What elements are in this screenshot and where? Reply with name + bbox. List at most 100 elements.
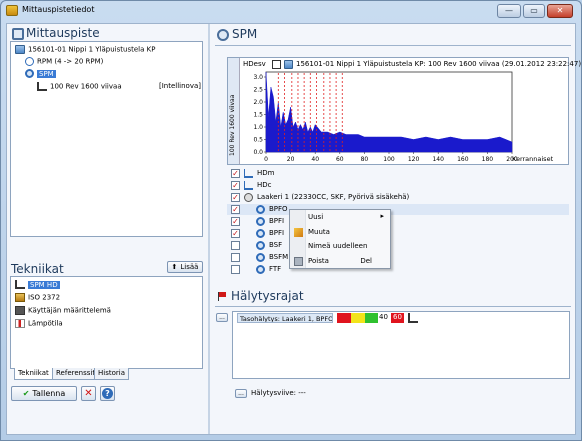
chart-title: 156101-01 Nippi 1 Yläpuistustela KP: 100… xyxy=(296,60,582,68)
y-tick-label: 2.5 xyxy=(253,87,263,94)
help-button[interactable]: ? xyxy=(100,386,115,401)
x-tick-label: 160 xyxy=(457,156,469,163)
keyboard-icon xyxy=(15,306,25,315)
parameter-checkbox[interactable]: ✓ xyxy=(231,181,240,190)
parameter-row[interactable]: ✓ HDc xyxy=(227,180,569,191)
app-icon xyxy=(6,5,18,16)
menu-item-edit[interactable]: Muuta xyxy=(290,226,390,239)
measurement-point-heading: Mittauspiste xyxy=(26,26,100,40)
parameter-row[interactable]: ✓ HDm xyxy=(227,168,569,179)
menu-item-rename[interactable]: Nimeä uudelleen xyxy=(290,240,390,253)
more-button[interactable]: ... xyxy=(216,313,228,322)
x-tick-label: 120 xyxy=(408,156,420,163)
parameter-label: HDm xyxy=(257,169,275,177)
help-icon: ? xyxy=(102,388,113,399)
technique-item-spmhd[interactable]: SPM HD xyxy=(15,280,60,289)
spm-heading: SPM xyxy=(232,27,258,41)
alarm-level-2: 60 xyxy=(391,313,404,323)
divider xyxy=(215,306,571,307)
tree-item-label: RPM (4 -> 20 RPM) xyxy=(37,57,104,66)
folder-icon xyxy=(12,28,24,40)
technique-label: Lämpötila xyxy=(28,319,63,328)
alarm-level-1: 40 xyxy=(379,313,388,321)
gear-icon xyxy=(256,217,265,226)
parameter-label: BSFM xyxy=(269,253,289,261)
parameter-row[interactable]: BSFM xyxy=(227,252,569,263)
x-tick-label: 80 xyxy=(361,156,369,163)
iso-icon xyxy=(15,293,25,302)
parameter-row[interactable]: ✓ BPFI xyxy=(227,228,569,239)
parameter-label: FTF xyxy=(269,265,282,273)
gear-icon xyxy=(25,69,34,78)
techniques-heading: Tekniikat xyxy=(11,262,64,276)
chart-icon xyxy=(15,280,25,289)
parameter-label: Laakeri 1 (22330CC, SKF, Pyörivä sisäkeh… xyxy=(257,193,410,201)
alarm-green-zone xyxy=(365,313,378,323)
x-tick-label: 200 xyxy=(506,156,518,163)
parameter-row[interactable]: BSF xyxy=(227,240,569,251)
alarm-row[interactable]: Tasohälytys: Laakeri 1, BPFO 40 60 xyxy=(237,313,418,324)
tree-item-measurement[interactable]: 100 Rev 1600 viivaa [Intellinova] xyxy=(37,82,201,91)
cancel-button[interactable]: ✕ xyxy=(81,386,96,401)
chart-icon[interactable] xyxy=(408,313,418,323)
parameter-checkbox[interactable] xyxy=(231,253,240,262)
minimize-button[interactable]: — xyxy=(497,4,521,18)
y-tick-label: 3.0 xyxy=(253,74,263,81)
parameter-checkbox[interactable]: ✓ xyxy=(231,193,240,202)
alarm-list[interactable]: Tasohälytys: Laakeri 1, BPFO 40 60 xyxy=(232,311,570,379)
techniques-list[interactable]: SPM HD ISO 2372 Käyttäjän määrittelemä L… xyxy=(10,276,203,369)
close-button[interactable]: ✕ xyxy=(547,4,573,18)
parameter-label: HDc xyxy=(257,181,272,189)
y-tick-label: 1.5 xyxy=(253,112,263,119)
wave-icon xyxy=(244,181,253,190)
technique-item-user-defined[interactable]: Käyttäjän määrittelemä xyxy=(15,306,111,315)
y-tick-label: 1.0 xyxy=(253,124,263,131)
parameter-label: BSF xyxy=(269,241,283,249)
tree-item-spm[interactable]: SPM xyxy=(25,69,56,78)
parameter-row[interactable]: FTF xyxy=(227,264,569,275)
tab-history[interactable]: Historia xyxy=(94,368,129,380)
menu-item-label: Muuta xyxy=(308,228,330,236)
parameter-checkbox[interactable]: ✓ xyxy=(231,205,240,214)
tree-item-label: 100 Rev 1600 viivaa xyxy=(50,82,122,91)
techniques-tabs: Tekniikat Referenssit Historia xyxy=(14,368,134,382)
x-tick-label: 100 xyxy=(383,156,395,163)
add-technique-button[interactable]: ⬆ Lisää xyxy=(167,261,203,273)
gear-icon xyxy=(256,205,265,214)
parameter-row[interactable]: ✓ BPFO xyxy=(227,204,569,215)
tree-item-machine[interactable]: 156101-01 Nippi 1 Yläpuistustela KP xyxy=(15,45,155,54)
menu-item-new[interactable]: Uusi ▸ xyxy=(290,211,390,224)
x-tick-label: 60 xyxy=(336,156,344,163)
menu-item-label: Nimeä uudelleen xyxy=(308,242,368,250)
parameter-checkbox[interactable]: ✓ xyxy=(231,169,240,178)
tab-techniques[interactable]: Tekniikat xyxy=(14,368,53,380)
measurement-point-tree[interactable]: 156101-01 Nippi 1 Yläpuistustela KP RPM … xyxy=(10,41,203,237)
add-label: Lisää xyxy=(180,263,199,271)
save-button[interactable]: ✔ Tallenna xyxy=(11,386,77,401)
parameter-checkbox[interactable]: ✓ xyxy=(231,217,240,226)
delay-more-button[interactable]: ... xyxy=(235,389,247,398)
parameter-row[interactable]: ✓ Laakeri 1 (22330CC, SKF, Pyörivä sisäke… xyxy=(227,192,569,203)
menu-item-delete[interactable]: Poista Del xyxy=(290,255,390,268)
technique-label: Käyttäjän määrittelemä xyxy=(28,306,111,315)
x-tick-label: 140 xyxy=(432,156,444,163)
menu-item-label: Uusi xyxy=(308,213,324,221)
parameter-checkbox[interactable] xyxy=(231,265,240,274)
tree-item-rpm[interactable]: RPM (4 -> 20 RPM) xyxy=(25,57,103,66)
wave-icon xyxy=(244,169,253,178)
parameter-checkbox[interactable]: ✓ xyxy=(231,229,240,238)
y-axis-label: 100 Rev 1600 viivaa xyxy=(229,95,239,156)
technique-label: ISO 2372 xyxy=(28,293,61,302)
maximize-button[interactable]: ▭ xyxy=(523,4,545,18)
parameter-checkbox[interactable] xyxy=(231,241,240,250)
tab-references[interactable]: Referenssit xyxy=(52,368,100,380)
parameter-row[interactable]: ✓ BPFI xyxy=(227,216,569,227)
column-divider[interactable] xyxy=(208,24,210,434)
technique-item-temperature[interactable]: Lämpötila xyxy=(15,319,63,328)
save-label: Tallenna xyxy=(32,389,66,398)
chart-corner-label: HDesv xyxy=(243,60,266,68)
spectrum-chart: 0.0 0.5 1.0 1.5 2.0 2.5 3.0 0 20 40 60 80 100 120 140 1… xyxy=(253,71,518,163)
technique-item-iso[interactable]: ISO 2372 xyxy=(15,293,60,302)
alarm-red-zone xyxy=(337,313,351,323)
parameter-list[interactable]: ✓ HDm ✓ HDc ✓ Laakeri 1 (22330CC, SKF, Pyöriv… xyxy=(227,165,569,275)
